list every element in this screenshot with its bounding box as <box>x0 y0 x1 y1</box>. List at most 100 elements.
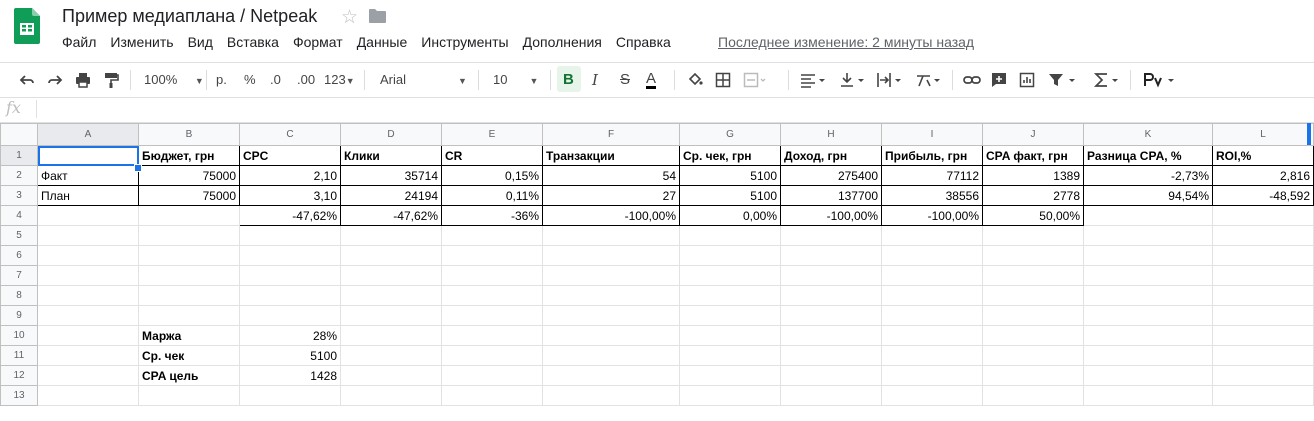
cell[interactable]: 0,15% <box>441 165 543 186</box>
cell[interactable]: Доход, грн <box>780 145 882 166</box>
cell[interactable] <box>881 345 983 366</box>
increase-decimal-button[interactable]: .00 <box>297 71 315 89</box>
cell[interactable] <box>138 205 240 226</box>
insert-comment-icon[interactable] <box>990 71 1008 89</box>
cell[interactable]: -36% <box>441 205 543 226</box>
cell[interactable]: -100,00% <box>881 205 983 226</box>
cell[interactable] <box>1212 285 1314 306</box>
cell[interactable] <box>37 345 139 366</box>
row-header[interactable]: 7 <box>0 265 38 286</box>
cell[interactable] <box>1083 385 1213 406</box>
cell[interactable] <box>542 245 680 266</box>
column-header[interactable]: E <box>441 123 543 146</box>
cell[interactable] <box>340 345 442 366</box>
cell[interactable] <box>1083 345 1213 366</box>
menu-help[interactable]: Справка <box>616 34 671 50</box>
cell[interactable] <box>37 205 139 226</box>
scroll-indicator[interactable] <box>1307 123 1311 145</box>
cell[interactable]: CPC <box>239 145 341 166</box>
cell[interactable] <box>37 285 139 306</box>
row-header[interactable]: 10 <box>0 325 38 346</box>
cell[interactable]: 1389 <box>982 165 1084 186</box>
cell[interactable] <box>982 265 1084 286</box>
cell[interactable]: Маржа <box>138 325 240 346</box>
cell[interactable] <box>239 225 341 246</box>
cell[interactable] <box>37 325 139 346</box>
cell[interactable] <box>441 265 543 286</box>
cell[interactable] <box>138 225 240 246</box>
cell[interactable] <box>239 285 341 306</box>
cell[interactable]: CPA факт, грн <box>982 145 1084 166</box>
cell[interactable]: CPA цель <box>138 365 240 386</box>
cell[interactable] <box>1212 385 1314 406</box>
row-header[interactable]: 9 <box>0 305 38 326</box>
row-header[interactable]: 6 <box>0 245 38 266</box>
cell[interactable] <box>780 225 882 246</box>
cell[interactable] <box>37 365 139 386</box>
sheets-logo-icon[interactable] <box>14 8 40 44</box>
cell[interactable] <box>1212 325 1314 346</box>
cell[interactable] <box>138 245 240 266</box>
cell[interactable]: 94,54% <box>1083 185 1213 206</box>
cell[interactable]: 28% <box>239 325 341 346</box>
cell[interactable]: 24194 <box>340 185 442 206</box>
cell[interactable] <box>780 245 882 266</box>
cell[interactable] <box>340 325 442 346</box>
menu-data[interactable]: Данные <box>357 34 408 50</box>
cell[interactable]: CR <box>441 145 543 166</box>
cell[interactable] <box>138 285 240 306</box>
cell[interactable] <box>542 225 680 246</box>
cell[interactable]: 35714 <box>340 165 442 186</box>
column-header[interactable]: I <box>881 123 983 146</box>
cell[interactable] <box>37 245 139 266</box>
cell[interactable] <box>982 285 1084 306</box>
row-header[interactable]: 12 <box>0 365 38 386</box>
cell[interactable] <box>1212 205 1314 226</box>
horizontal-align-icon[interactable] <box>799 71 829 89</box>
cell[interactable] <box>982 245 1084 266</box>
cell[interactable] <box>138 305 240 326</box>
cell[interactable] <box>1212 345 1314 366</box>
cell[interactable] <box>340 265 442 286</box>
row-header[interactable]: 8 <box>0 285 38 306</box>
cell[interactable] <box>679 325 781 346</box>
cell[interactable] <box>679 245 781 266</box>
cell[interactable]: 54 <box>542 165 680 186</box>
row-header[interactable]: 5 <box>0 225 38 246</box>
cell[interactable]: Бюджет, грн <box>138 145 240 166</box>
cell[interactable] <box>340 245 442 266</box>
cell[interactable]: 275400 <box>780 165 882 186</box>
cell[interactable]: -47,62% <box>340 205 442 226</box>
cell[interactable]: -2,73% <box>1083 165 1213 186</box>
column-header[interactable]: K <box>1083 123 1213 146</box>
cell[interactable] <box>542 345 680 366</box>
cell[interactable] <box>881 285 983 306</box>
cell[interactable]: 5100 <box>679 185 781 206</box>
last-edit-link[interactable]: Последнее изменение: 2 минуты назад <box>718 34 974 50</box>
cell[interactable]: Транзакции <box>542 145 680 166</box>
font-size-select[interactable]: 10 ▼ <box>493 71 538 90</box>
cell[interactable]: 5100 <box>239 345 341 366</box>
cell[interactable]: -100,00% <box>542 205 680 226</box>
cell[interactable] <box>340 365 442 386</box>
decrease-decimal-button[interactable]: .0 <box>270 71 281 89</box>
cell[interactable]: 2,816 <box>1212 165 1314 186</box>
cell[interactable] <box>542 285 680 306</box>
insert-chart-icon[interactable] <box>1018 71 1036 89</box>
cell[interactable]: План <box>37 185 139 206</box>
formula-input[interactable] <box>44 101 1304 117</box>
cell[interactable] <box>780 365 882 386</box>
vertical-align-icon[interactable] <box>838 71 868 89</box>
print-icon[interactable] <box>74 71 92 89</box>
cell[interactable] <box>138 265 240 286</box>
cell[interactable] <box>1083 365 1213 386</box>
menu-format[interactable]: Формат <box>293 34 343 50</box>
cell[interactable] <box>780 305 882 326</box>
cell[interactable] <box>1083 225 1213 246</box>
functions-icon[interactable] <box>1093 71 1123 89</box>
selection-fill-handle[interactable] <box>134 164 142 172</box>
insert-link-icon[interactable] <box>962 71 982 89</box>
cell[interactable] <box>881 245 983 266</box>
cell[interactable] <box>881 325 983 346</box>
column-header[interactable]: F <box>542 123 680 146</box>
